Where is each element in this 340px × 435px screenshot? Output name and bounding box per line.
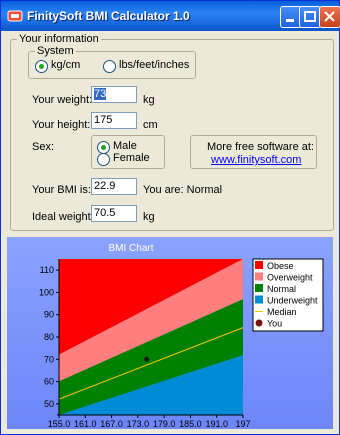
height-unit: cm (143, 119, 158, 131)
x-tick-label: 173.0 (127, 419, 150, 429)
bmi-value: 22.9 (94, 180, 116, 192)
legend-swatch (255, 284, 263, 292)
y-tick-label: 80 (44, 332, 54, 342)
title-bar[interactable]: FinitySoft BMI Calculator 1.0 (1, 1, 340, 31)
ideal-weight-output: 70.5 (91, 205, 137, 222)
website-link[interactable]: www.finitysoft.com (211, 154, 301, 166)
sex-female-label[interactable]: Female (113, 152, 150, 164)
promo-text: More free software at: (207, 141, 314, 153)
legend-swatch (255, 261, 263, 269)
y-tick-label: 50 (44, 399, 54, 409)
legend-label: You (267, 319, 282, 329)
weight-label: Your weight: (32, 94, 93, 106)
y-tick-label: 70 (44, 354, 54, 364)
bmi-output: 22.9 (91, 178, 137, 195)
ideal-weight-unit: kg (143, 211, 155, 223)
bmi-chart-panel: BMI Chart 110 100 90 80 70 60 50 155.0 161.0 167.… (7, 237, 333, 429)
legend-label: Underweight (267, 296, 318, 306)
ideal-weight-label: Ideal weight: (32, 211, 94, 223)
minimize-icon (286, 19, 294, 22)
y-tick-label: 110 (40, 265, 54, 275)
x-tick-label: 167.0 (100, 419, 123, 429)
x-tick-label: 185.0 (179, 419, 202, 429)
legend-you-swatch (255, 319, 263, 327)
chart-title: BMI Chart (108, 243, 153, 254)
app-icon (7, 10, 23, 22)
close-button[interactable] (319, 6, 340, 28)
legend-label: Median (267, 307, 297, 317)
weight-input[interactable]: 73 (91, 86, 137, 103)
chart-plot-area: 110 100 90 80 70 60 50 155.0 161.0 167.0 173.0 179.… (39, 259, 251, 429)
sex-label: Sex: (32, 141, 55, 153)
your-information-label: Your information (17, 33, 101, 45)
height-label: Your height: (32, 119, 91, 131)
sex-male-label[interactable]: Male (113, 140, 137, 152)
x-tick-label: 197 (235, 419, 250, 429)
weight-unit: kg (143, 94, 155, 106)
system-lbs-radio[interactable] (103, 60, 116, 73)
y-tick-label: 100 (39, 287, 54, 297)
y-tick-label: 90 (44, 310, 54, 320)
system-kgcm-label[interactable]: kg/cm (51, 59, 80, 71)
sex-female-radio[interactable] (97, 153, 110, 166)
legend-swatch (255, 295, 263, 304)
close-icon (324, 11, 335, 22)
system-label: System (35, 45, 76, 57)
legend-label: Obese (267, 261, 294, 271)
bmi-chart: BMI Chart 110 100 90 80 70 60 50 155.0 161.0 167.… (39, 243, 324, 429)
legend-swatch (255, 272, 263, 281)
ideal-weight-value: 70.5 (94, 207, 116, 219)
weight-value: 73 (94, 88, 107, 100)
app-window: FinitySoft BMI Calculator 1.0 Your infor… (0, 0, 340, 435)
x-tick-label: 191.0 (205, 419, 228, 429)
height-value: 175 (94, 114, 113, 126)
x-tick-label: 179.0 (153, 419, 176, 429)
you-marker (144, 356, 150, 362)
bmi-result-text: You are: Normal (143, 184, 223, 196)
x-tick-label: 161.0 (74, 419, 97, 429)
y-tick-label: 60 (44, 377, 54, 387)
maximize-button[interactable] (299, 6, 321, 28)
bmi-label: Your BMI is: (32, 184, 91, 196)
height-input[interactable]: 175 (91, 112, 137, 129)
system-lbs-label[interactable]: lbs/feet/inches (119, 59, 189, 71)
legend-label: Normal (267, 284, 296, 294)
legend-label: Overweight (267, 273, 313, 283)
x-tick-label: 155.0 (48, 419, 71, 429)
maximize-icon (304, 11, 316, 22)
system-kgcm-radio[interactable] (35, 60, 48, 73)
chart-legend: Obese OverweightNormal UnderweightMedian Yo… (252, 258, 324, 332)
window-title: FinitySoft BMI Calculator 1.0 (27, 9, 190, 23)
